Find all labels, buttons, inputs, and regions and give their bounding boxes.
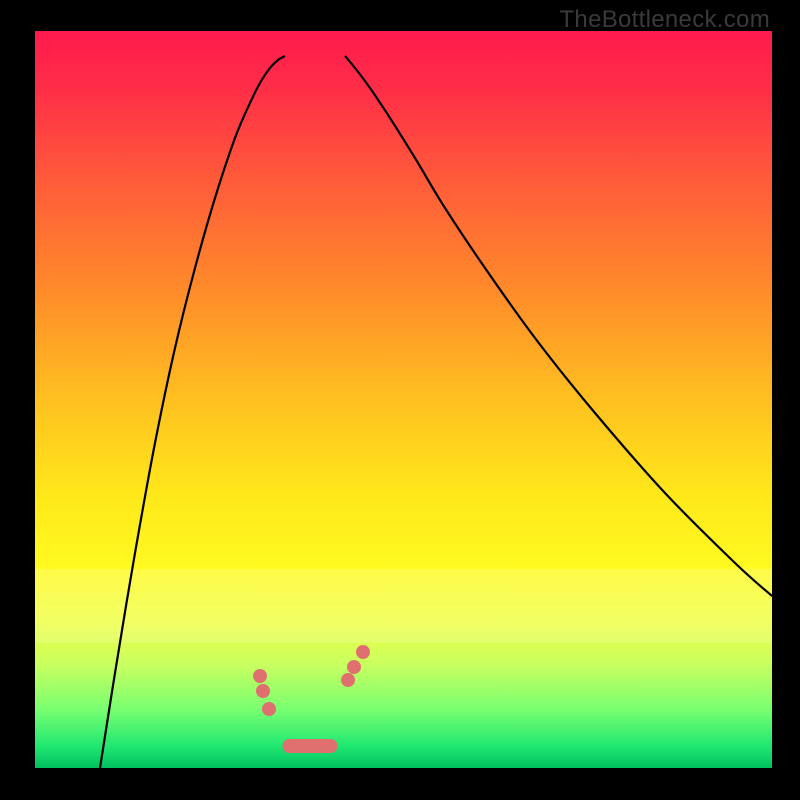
watermark-text: TheBottleneck.com bbox=[559, 6, 770, 34]
bottleneck-curve bbox=[35, 31, 772, 768]
marker-right-0 bbox=[341, 673, 355, 687]
marker-left-1 bbox=[256, 684, 270, 698]
outer-frame: TheBottleneck.com bbox=[0, 0, 800, 800]
marker-right-1 bbox=[347, 660, 361, 674]
marker-left-0 bbox=[253, 669, 267, 683]
marker-bottom-band bbox=[282, 739, 337, 753]
plot-area bbox=[35, 31, 772, 768]
marker-right-2 bbox=[356, 645, 370, 659]
marker-left-2 bbox=[262, 702, 276, 716]
